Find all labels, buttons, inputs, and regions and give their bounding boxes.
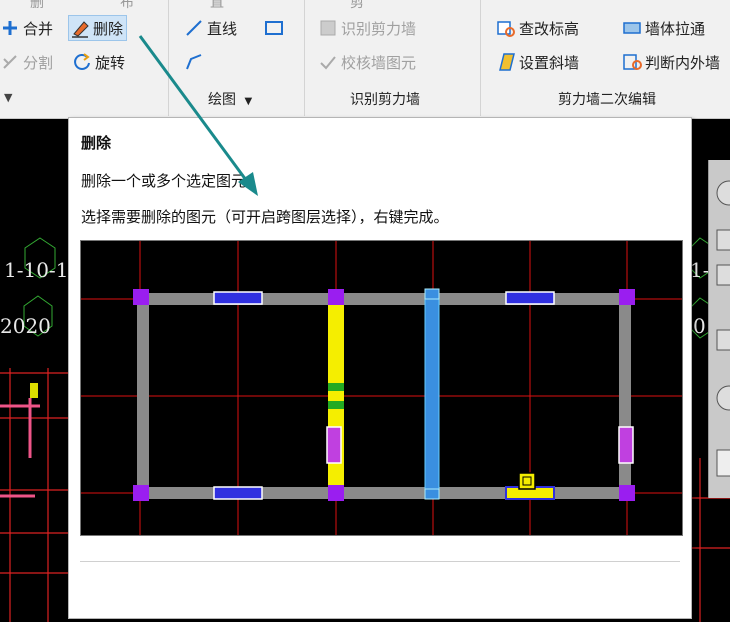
ribbon-separator [304,0,305,116]
merge-button[interactable]: 合并 [0,16,53,40]
ribbon-cut-text-1: 删 [30,0,44,11]
rectangle-button[interactable] [264,16,287,40]
ribbon-cut-text-3: 直 [210,0,224,11]
tooltip-separator [80,561,680,562]
merge-icon [0,18,20,38]
rectangle-icon [264,18,284,38]
tooltip-preview-image [80,240,683,536]
line-icon [184,18,204,38]
identify-wall-button[interactable]: 识别剪力墙 [318,16,416,40]
rotate-button[interactable]: 旋转 [72,50,125,74]
cad-text-axis-1: 1-10-1 [4,258,69,282]
tooltip-description: 删除一个或多个选定图元 [81,172,247,190]
split-label: 分割 [23,53,54,72]
group-draw-dropdown[interactable]: 绘图 ▼ [208,89,252,109]
delete-button[interactable]: 删除 [68,15,128,41]
floating-tool-panel[interactable] [708,160,730,498]
polyline-icon [184,52,204,72]
cad-text-axis-4: 0 [693,314,706,338]
eraser-icon [70,18,90,38]
ribbon-toolbar: 删 布 直 剪 合并 删除 分割 旋转 ▼ 直线 绘图 ▼ 识别剪力墙 校核墙图… [0,0,730,119]
wall-plan-illustration [81,241,682,535]
group-draw-label: 绘图 [208,92,236,108]
split-button[interactable]: 分割 [0,50,53,74]
set-slope-wall-label: 设置斜墙 [519,53,580,72]
wall-align-button[interactable]: 墙体拉通 [622,16,705,40]
ribbon-separator [480,0,481,116]
polyline-button[interactable] [184,50,207,74]
judge-inner-outer-wall-button[interactable]: 判断内外墙 [622,50,720,74]
identify-icon [318,18,338,38]
check-icon [318,52,338,72]
ribbon-separator [168,0,169,116]
judge-inner-outer-wall-label: 判断内外墙 [645,53,721,72]
ribbon-cut-text-2: 布 [120,0,134,11]
wall-align-icon [622,18,642,38]
tool-panel-icons [716,180,730,477]
rotate-icon [72,52,92,72]
line-button[interactable]: 直线 [184,16,237,40]
split-icon [0,52,20,72]
slope-wall-icon [496,52,516,72]
rotate-label: 旋转 [95,53,126,72]
tooltip-title: 删除 [81,134,112,152]
tooltip-instruction: 选择需要删除的图元（可开启跨图层选择），右键完成。 [81,208,449,226]
modify-group-dropdown[interactable]: ▼ [4,85,12,109]
merge-label: 合并 [23,19,54,38]
wall-align-label: 墙体拉通 [645,19,706,38]
check-wall-button[interactable]: 校核墙图元 [318,50,416,74]
set-slope-wall-button[interactable]: 设置斜墙 [496,50,579,74]
chevron-down-icon: ▼ [4,90,13,104]
group-identify-label: 识别剪力墙 [350,92,420,108]
elevation-icon [496,18,516,38]
check-elevation-label: 查改标高 [519,19,580,38]
ribbon-cut-text-4: 剪 [350,0,364,11]
group-edit2-label: 剪力墙二次编辑 [558,92,656,108]
check-elevation-button[interactable]: 查改标高 [496,16,579,40]
cad-text-axis-2: 2020 [0,314,51,338]
delete-label: 删除 [93,19,124,38]
judge-wall-icon [622,52,642,72]
check-wall-label: 校核墙图元 [341,53,417,72]
chevron-down-icon: ▼ [244,96,253,107]
delete-tooltip: 删除 删除一个或多个选定图元 选择需要删除的图元（可开启跨图层选择），右键完成。 [68,117,692,619]
identify-wall-label: 识别剪力墙 [341,19,417,38]
line-label: 直线 [207,19,238,38]
